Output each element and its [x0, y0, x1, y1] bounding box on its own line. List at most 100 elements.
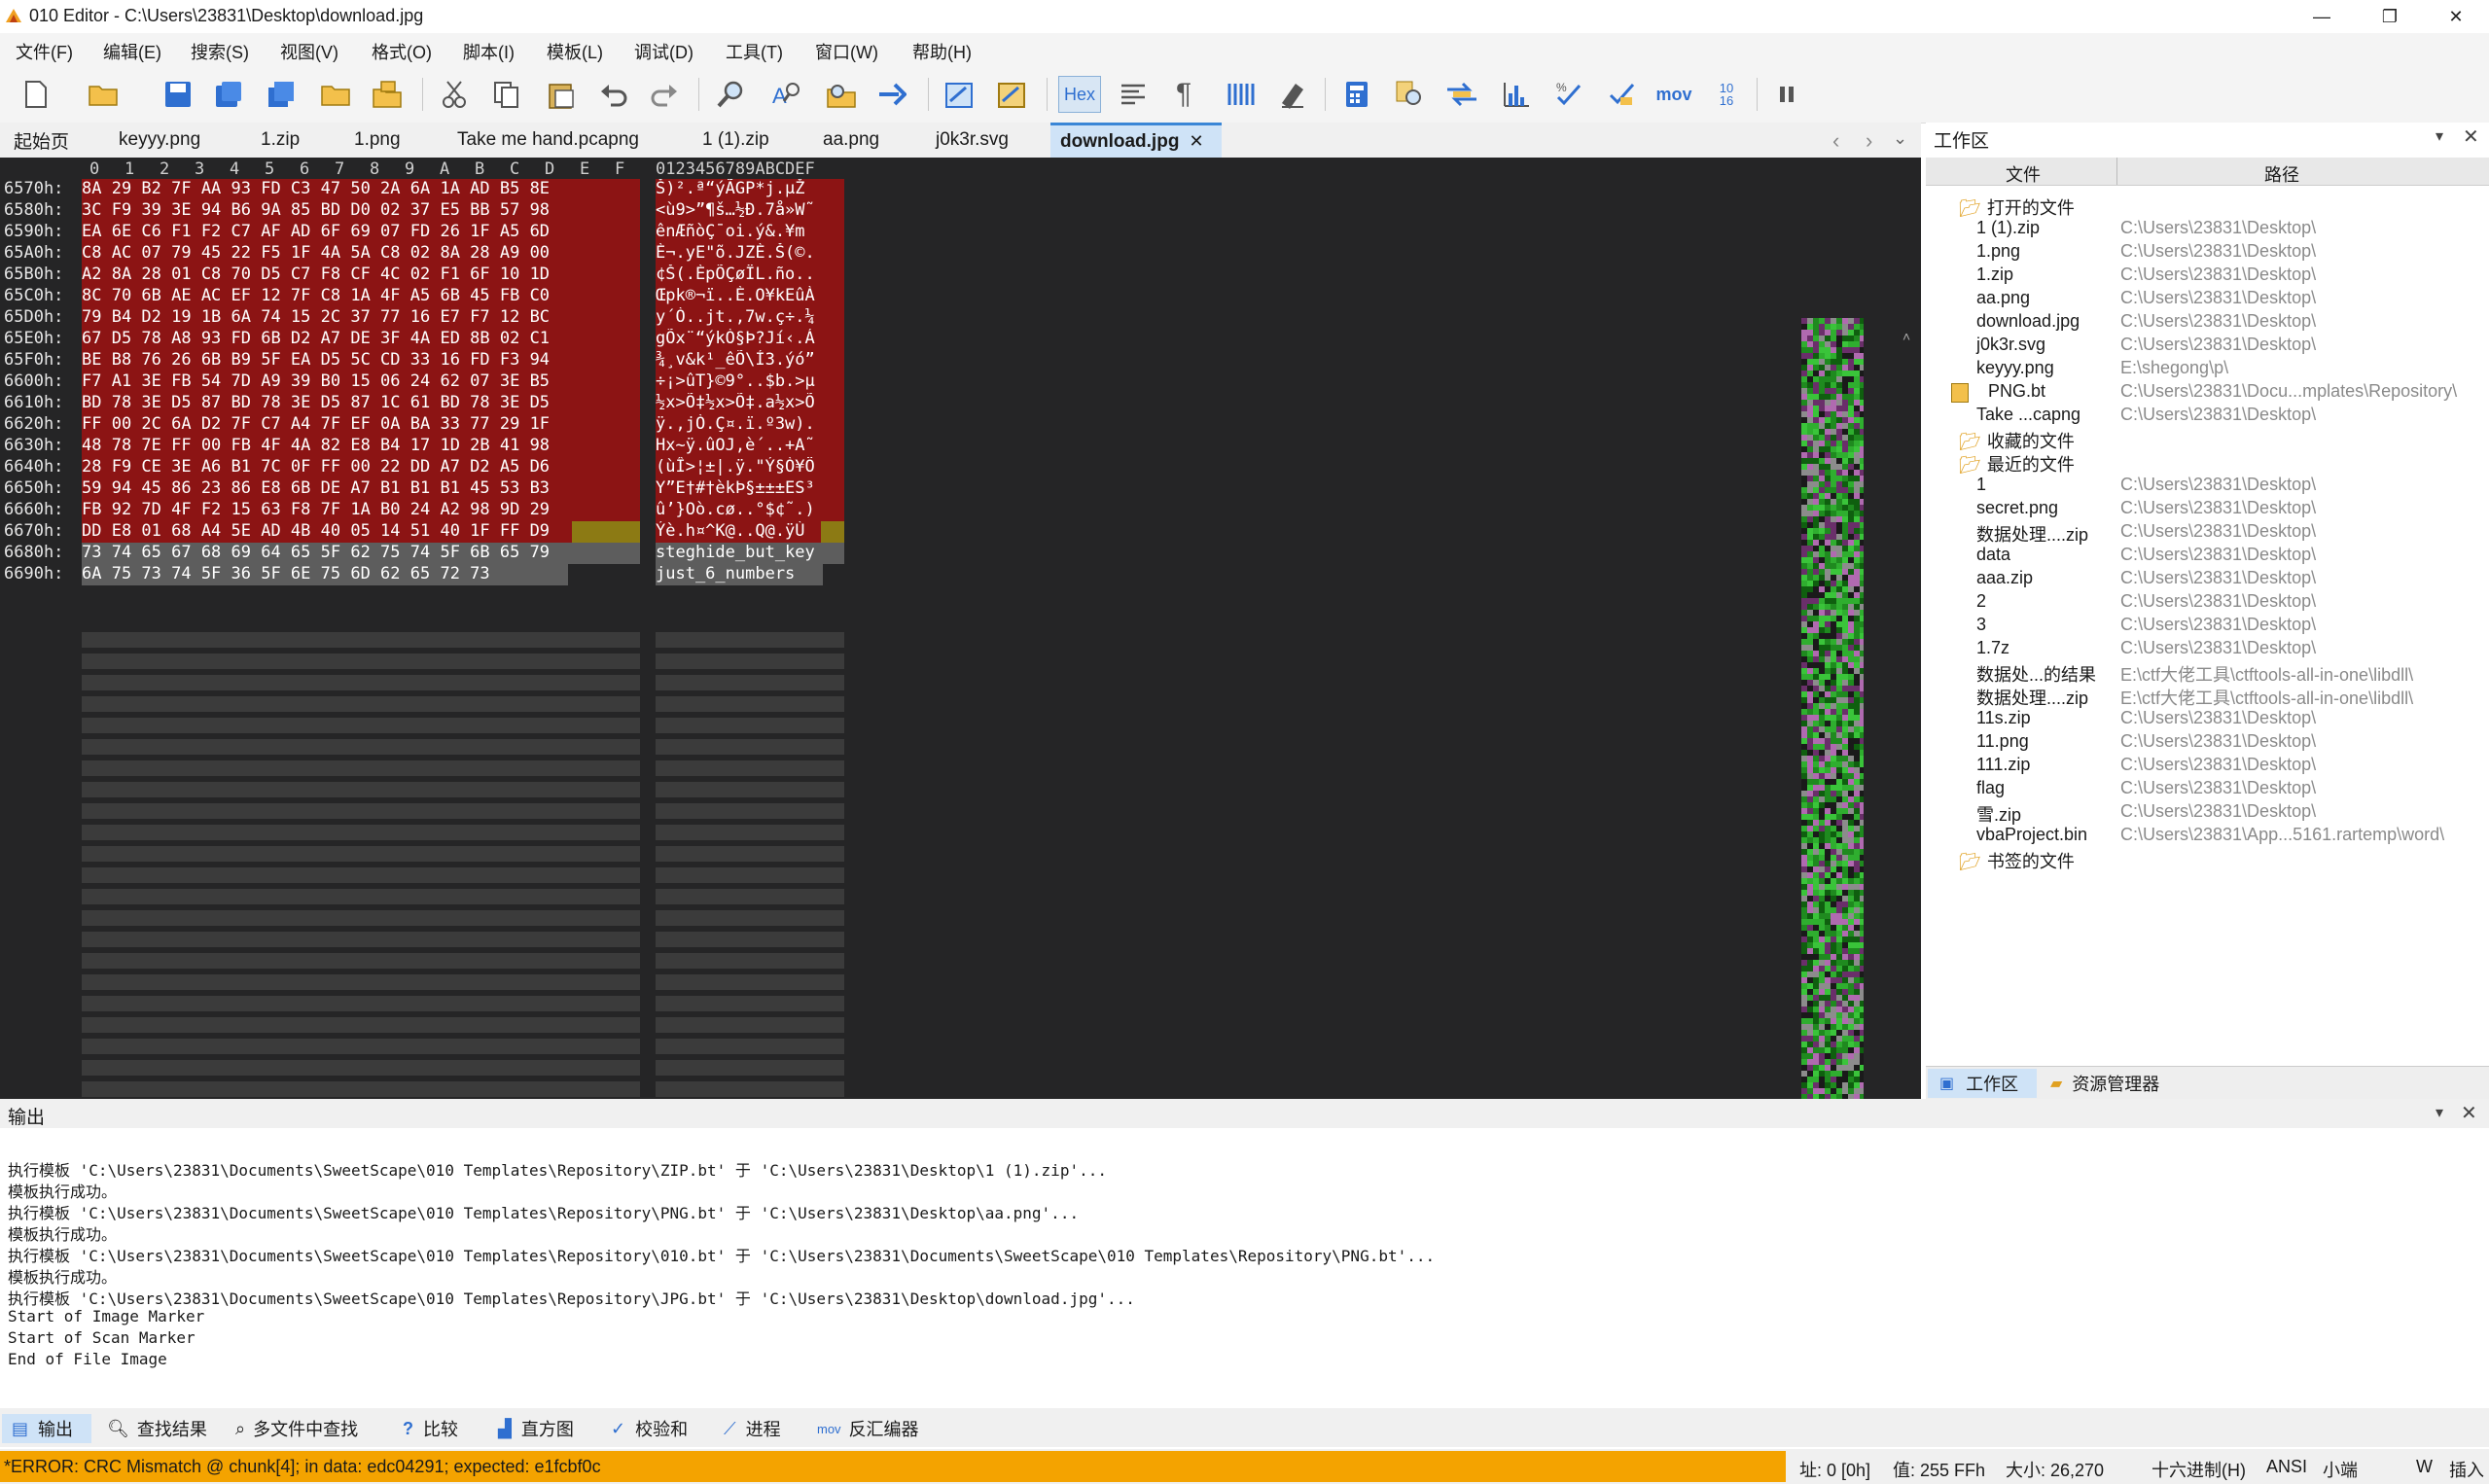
highlight-icon[interactable]: [1274, 76, 1311, 113]
text-bytes[interactable]: <ù9>”¶š…½Ð.7å»W˜: [656, 200, 844, 222]
hex-bytes[interactable]: 67 D5 78 A8 93 FD 6B D2 A7 DE 3F 4A ED 8…: [82, 329, 640, 350]
workspace-file-item[interactable]: keyyy.png: [1976, 358, 2054, 378]
workspace-file-item[interactable]: 1.png: [1976, 241, 2020, 262]
tab-1-zip[interactable]: 1.zip: [261, 123, 300, 158]
save-as-icon[interactable]: [210, 76, 247, 113]
save-icon[interactable]: [160, 76, 196, 113]
tab-aa-png[interactable]: aa.png: [823, 123, 879, 158]
text-bytes[interactable]: gÕx¨“ýkÒ§Þ?Jí‹.Á: [656, 329, 844, 350]
folder-recent-files[interactable]: 📂︎ 最近的文件: [1959, 451, 2075, 477]
menu-file[interactable]: 文件(F): [16, 39, 73, 64]
text-bytes[interactable]: Œpk®¬ï..È.O¥kEûÀ: [656, 286, 844, 307]
save-all-icon[interactable]: [263, 76, 300, 113]
workspace-file-item[interactable]: 1 (1).zip: [1976, 218, 2040, 238]
hex-bytes[interactable]: 48 78 7E FF 00 FB 4F 4A 82 E8 B4 17 1D 2…: [82, 436, 640, 457]
chevron-left-icon[interactable]: ‹: [1832, 128, 1839, 154]
columns-icon[interactable]: [1222, 76, 1259, 113]
workspace-file-item[interactable]: aa.png: [1976, 288, 2030, 308]
workspace-file-item[interactable]: data: [1976, 545, 2010, 565]
tab-keyyy-png[interactable]: keyyy.png: [119, 123, 200, 158]
workspace-file-item[interactable]: 1.zip: [1976, 265, 2013, 285]
hex-bytes[interactable]: FB 92 7D 4F F2 15 63 F8 7F 1A B0 24 A2 9…: [82, 500, 640, 521]
output-menu-chevron-down-icon[interactable]: ▾: [2436, 1103, 2443, 1122]
hex-bytes[interactable]: 28 F9 CE 3E A6 B1 7C 0F FF 00 22 DD A7 D…: [82, 457, 640, 478]
hex-mode-toggle[interactable]: Hex: [1058, 76, 1101, 113]
open-file-icon[interactable]: [86, 76, 123, 113]
hex-bytes[interactable]: 6A 75 73 74 5F 36 5F 6E 75 6D 62 65 72 7…: [82, 564, 568, 585]
replace-icon[interactable]: A: [768, 76, 805, 113]
workspace-file-item[interactable]: 2: [1976, 591, 1986, 612]
menu-help[interactable]: 帮助(H): [912, 39, 972, 64]
calculator-icon[interactable]: [1338, 76, 1375, 113]
find-icon[interactable]: [712, 76, 749, 113]
text-bytes[interactable]: Š)².ª“ýÃGP*j.­µŽ: [656, 179, 844, 200]
status-value[interactable]: 值: 255 FFh: [1893, 1457, 1985, 1482]
text-bytes[interactable]: È¬.yE"õ.JZÈ.Š(©.: [656, 243, 844, 265]
folder-open-files[interactable]: 📂︎ 打开的文件: [1959, 194, 2075, 220]
run-script-icon[interactable]: [942, 76, 978, 113]
goto-icon[interactable]: [873, 76, 910, 113]
hex-bytes[interactable]: A2 8A 28 01 C8 70 D5 C7 F8 CF 4C 02 F1 6…: [82, 265, 640, 286]
text-bytes[interactable]: Hx~ÿ.ûOJ‚è´..+A˜: [656, 436, 844, 457]
workspace-file-item[interactable]: 1: [1976, 475, 1986, 495]
text-bytes[interactable]: Y”E†#†èkÞ§±±±ES³: [656, 478, 844, 500]
menu-tools[interactable]: 工具(T): [726, 39, 783, 64]
text-bytes[interactable]: ÷¡>ûT}©9°..$b.>µ: [656, 371, 844, 393]
hex-bytes[interactable]: 8C 70 6B AE AC EF 12 7F C8 1A 4F A5 6B 4…: [82, 286, 640, 307]
tab-take-me-hand[interactable]: Take me hand.pcapng: [457, 123, 639, 158]
column-path[interactable]: 路径: [2264, 161, 2299, 187]
hex-bytes[interactable]: BD 78 3E D5 87 BD 78 3E D5 87 1C 61 BD 7…: [82, 393, 640, 414]
hex-bytes[interactable]: EA 6E C6 F1 F2 C7 AF AD 6F 69 07 FD 26 1…: [82, 222, 640, 243]
hex-bytes[interactable]: 73 74 65 67 68 69 64 65 5F 62 75 74 5F 6…: [82, 543, 640, 564]
find-in-files-icon[interactable]: [823, 76, 860, 113]
workspace-file-item[interactable]: 数据处...的结果: [1976, 661, 2096, 687]
text-bytes[interactable]: (ùÎ>¦±|.ÿ."Ý§Ò¥Ö: [656, 457, 844, 478]
tab-compare[interactable]: ? 比较: [403, 1414, 458, 1443]
menu-view[interactable]: 视图(V): [280, 39, 338, 64]
close-tab-icon[interactable]: ✕: [1189, 131, 1203, 152]
text-bytes[interactable]: y´Ò..jt.,7w.ç÷.¼: [656, 307, 844, 329]
tab-checksum[interactable]: ✓ 校验和: [611, 1414, 688, 1443]
workspace-file-item[interactable]: download.jpg: [1976, 311, 2080, 332]
menu-script[interactable]: 脚本(I): [463, 39, 515, 64]
open-project-icon[interactable]: [370, 76, 407, 113]
error-status[interactable]: *ERROR: CRC Mismatch @ chunk[4]; in data…: [0, 1451, 1786, 1482]
hex-bytes[interactable]: 79 B4 D2 19 1B 6A 74 15 2C 37 77 16 E7 F…: [82, 307, 640, 329]
minimize-button[interactable]: —: [2288, 0, 2356, 33]
close-window-button[interactable]: ✕: [2422, 0, 2489, 33]
text-bytes[interactable]: just_6_numbers: [656, 564, 823, 585]
folder-favorites[interactable]: 📂︎ 收藏的文件: [1959, 428, 2075, 453]
text-bytes[interactable]: ½x>Õ‡½x>Õ‡.a½x>Õ: [656, 393, 844, 414]
workspace-file-item[interactable]: 数据处理....zip: [1976, 521, 2088, 547]
hex-bytes[interactable]: BE B8 76 26 6B B9 5F EA D5 5C CD 33 16 F…: [82, 350, 640, 371]
compare-icon[interactable]: [1391, 76, 1428, 113]
tab-disassembler[interactable]: mov 反汇编器: [817, 1414, 919, 1443]
new-file-icon[interactable]: [18, 76, 54, 113]
status-endian[interactable]: 小端: [2323, 1457, 2358, 1482]
tab-download-jpg[interactable]: download.jpg ✕: [1050, 123, 1222, 158]
status-write-mode[interactable]: W: [2416, 1457, 2433, 1477]
workspace-file-item[interactable]: vbaProject.bin: [1976, 825, 2087, 845]
hex-bytes[interactable]: 8A 29 B2 7F AA 93 FD C3 47 50 2A 6A 1A A…: [82, 179, 640, 200]
undo-icon[interactable]: [595, 76, 632, 113]
tab-workspace[interactable]: ▣ 工作区: [1928, 1069, 2037, 1098]
copy-icon[interactable]: [488, 76, 525, 113]
hex-bytes[interactable]: F7 A1 3E FB 54 7D A9 39 B0 15 06 24 62 0…: [82, 371, 640, 393]
text-bytes[interactable]: ¢Š(.ÈpÕÇøÏL.ño..: [656, 265, 844, 286]
tab-find-in-files[interactable]: ⌕ 多文件中查找: [235, 1414, 358, 1443]
column-file[interactable]: 文件: [2006, 161, 2041, 187]
hex-bytes[interactable]: FF 00 2C 6A D2 7F C7 A4 7F EF 0A BA 33 7…: [82, 414, 640, 436]
tab-histogram[interactable]: ▟ 直方图: [498, 1414, 574, 1443]
hex-bytes[interactable]: C8 AC 07 79 45 22 F5 1F 4A 5A C8 02 8A 2…: [82, 243, 640, 265]
menu-debug[interactable]: 调试(D): [634, 39, 693, 64]
workspace-file-item[interactable]: 雪.zip: [1976, 801, 2021, 827]
menu-template[interactable]: 模板(L): [547, 39, 603, 64]
menu-window[interactable]: 窗口(W): [815, 39, 878, 64]
close-panel-icon[interactable]: ✕: [2463, 124, 2479, 149]
open-folder-icon[interactable]: [317, 76, 354, 113]
pause-icon[interactable]: [1768, 76, 1805, 113]
status-size[interactable]: 大小: 26,270: [2006, 1457, 2104, 1482]
paste-icon[interactable]: [543, 76, 580, 113]
workspace-file-item[interactable]: aaa.zip: [1976, 568, 2033, 588]
menu-format[interactable]: 格式(O): [372, 39, 432, 64]
